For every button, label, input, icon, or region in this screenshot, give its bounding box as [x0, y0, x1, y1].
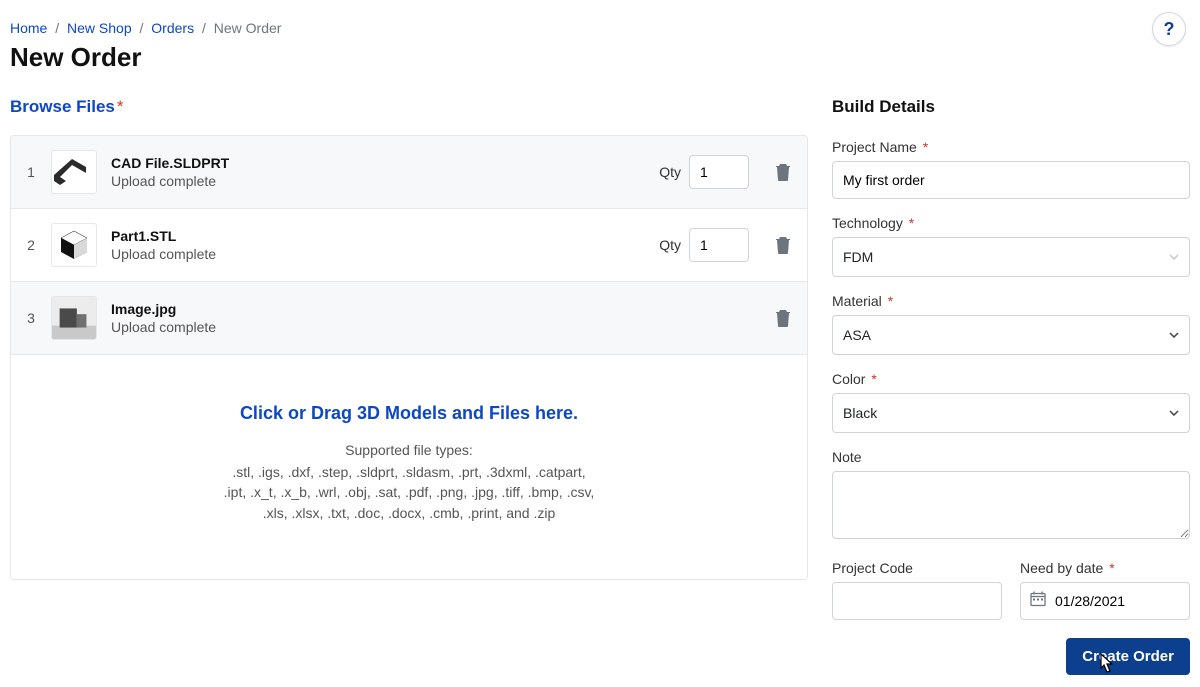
note-textarea[interactable]	[832, 471, 1190, 539]
delete-file-button[interactable]	[773, 162, 793, 182]
part-icon	[52, 157, 96, 187]
qty-label: Qty	[659, 237, 681, 253]
trash-icon	[775, 163, 791, 181]
calendar-icon	[1030, 591, 1046, 612]
technology-select[interactable]: FDM	[832, 237, 1190, 277]
file-status: Upload complete	[111, 246, 645, 262]
help-button[interactable]: ?	[1152, 12, 1186, 46]
file-name: CAD File.SLDPRT	[111, 155, 645, 171]
file-thumbnail	[51, 223, 97, 267]
trash-icon	[775, 309, 791, 327]
chevron-down-icon	[1169, 254, 1179, 260]
qty-input[interactable]	[689, 228, 749, 262]
image-thumb-icon	[52, 296, 96, 340]
file-name: Part1.STL	[111, 228, 645, 244]
dropzone-types: .stl, .igs, .dxf, .step, .sldprt, .sldas…	[179, 462, 639, 523]
dropzone-headline: Click or Drag 3D Models and Files here.	[31, 403, 787, 424]
help-icon-text: ?	[1164, 19, 1175, 40]
file-thumbnail	[51, 296, 97, 340]
chevron-down-icon	[1169, 332, 1179, 338]
dropzone[interactable]: Click or Drag 3D Models and Files here. …	[11, 355, 807, 579]
page-title: New Order	[10, 42, 1190, 73]
project-code-input[interactable]	[832, 582, 1002, 620]
file-thumbnail	[51, 150, 97, 194]
technology-label: Technology *	[832, 215, 1190, 231]
file-row: 3 Image.jpg Upload complete	[11, 282, 807, 355]
project-name-label: Project Name *	[832, 139, 1190, 155]
file-list: 1 CAD File.SLDPRT Upload complete Qty	[10, 135, 808, 580]
browse-files-label: Browse Files*	[10, 97, 808, 117]
delete-file-button[interactable]	[773, 308, 793, 328]
material-label: Material *	[832, 293, 1190, 309]
file-status: Upload complete	[111, 319, 605, 335]
note-label: Note	[832, 449, 1190, 465]
dropzone-supported-label: Supported file types:	[31, 442, 787, 458]
delete-file-button[interactable]	[773, 235, 793, 255]
row-index: 3	[25, 310, 37, 326]
material-select[interactable]: ASA	[832, 315, 1190, 355]
cube-icon	[57, 228, 91, 262]
create-order-button[interactable]: Create Order	[1066, 638, 1190, 675]
project-code-label: Project Code	[832, 560, 1002, 576]
project-name-input[interactable]	[832, 161, 1190, 199]
color-label: Color *	[832, 371, 1190, 387]
file-row: 1 CAD File.SLDPRT Upload complete Qty	[11, 136, 807, 209]
trash-icon	[775, 236, 791, 254]
breadcrumb-orders[interactable]: Orders	[151, 20, 194, 36]
file-name: Image.jpg	[111, 301, 605, 317]
breadcrumb-current: New Order	[214, 20, 282, 36]
file-status: Upload complete	[111, 173, 645, 189]
row-index: 2	[25, 237, 37, 253]
color-select[interactable]: Black	[832, 393, 1190, 433]
breadcrumb-home[interactable]: Home	[10, 20, 47, 36]
file-row: 2 Part1.STL Upload complete Qty	[11, 209, 807, 282]
build-details-title: Build Details	[832, 97, 1190, 117]
row-index: 1	[25, 164, 37, 180]
qty-label: Qty	[659, 164, 681, 180]
qty-input[interactable]	[689, 155, 749, 189]
chevron-down-icon	[1169, 410, 1179, 416]
breadcrumb: Home / New Shop / Orders / New Order	[10, 20, 1190, 36]
need-by-label: Need by date *	[1020, 560, 1190, 576]
breadcrumb-shop[interactable]: New Shop	[67, 20, 132, 36]
